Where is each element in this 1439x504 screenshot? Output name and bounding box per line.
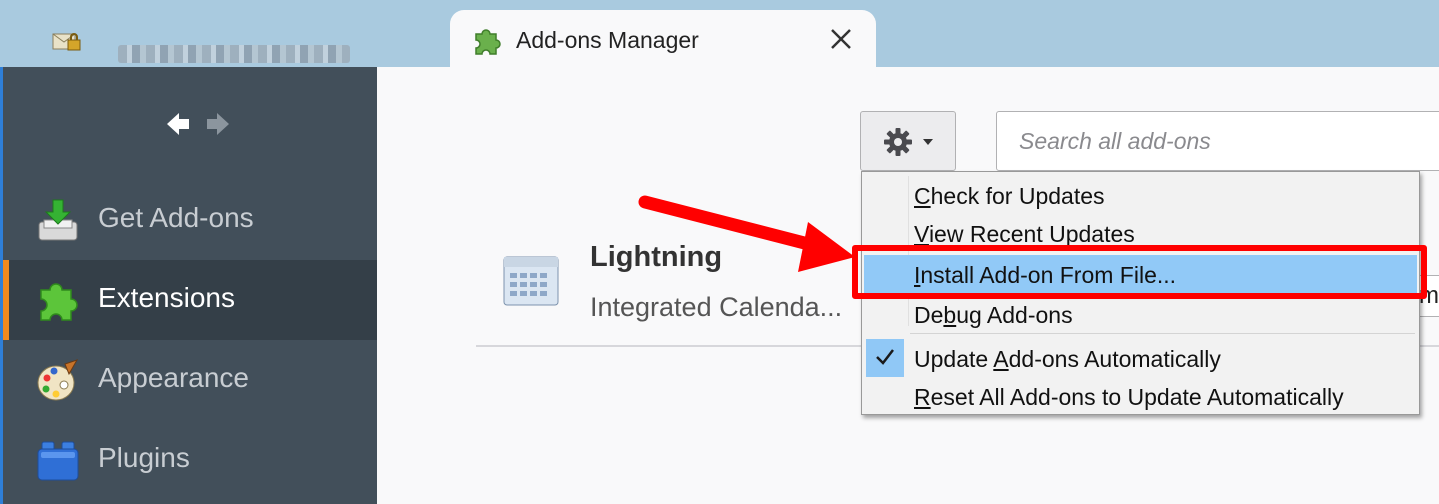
sidebar-item-label: Appearance bbox=[98, 362, 250, 393]
menu-item-label: Update Add-ons Automatically bbox=[914, 346, 1221, 372]
annotation-arrow-icon bbox=[638, 195, 855, 272]
menu-separator bbox=[910, 333, 1415, 334]
sidebar-item-get-add-ons[interactable]: Get Add-ons bbox=[3, 180, 377, 260]
menu-item-label: Reset All Add-ons to Update Automaticall… bbox=[914, 384, 1344, 410]
lego-brick-icon bbox=[37, 441, 79, 481]
checkmark-icon bbox=[876, 349, 894, 365]
sidebar-item-extensions[interactable]: Extensions bbox=[3, 260, 377, 340]
puzzle-piece-icon bbox=[40, 283, 78, 321]
sidebar-item-label: Get Add-ons bbox=[98, 202, 254, 233]
menu-item-label: Check for Updates bbox=[914, 183, 1105, 209]
tools-menu-button[interactable] bbox=[860, 111, 956, 171]
checked-indicator bbox=[866, 339, 904, 377]
tab-strip: Add-ons Manager bbox=[0, 0, 1439, 68]
sidebar-item-plugins[interactable]: Plugins bbox=[3, 420, 377, 500]
blurred-tab-title bbox=[118, 45, 350, 63]
sidebar-item-label: Extensions bbox=[98, 282, 235, 313]
back-arrow-icon[interactable] bbox=[167, 113, 189, 135]
download-tray-icon bbox=[38, 199, 78, 241]
forward-arrow-icon[interactable] bbox=[207, 113, 229, 135]
menu-item-reset-all-add-ons[interactable]: Reset All Add-ons to Update Automaticall… bbox=[864, 377, 1417, 415]
sidebar-item-appearance[interactable]: Appearance bbox=[3, 340, 377, 420]
history-nav bbox=[167, 113, 229, 135]
close-tab-icon[interactable] bbox=[828, 26, 854, 52]
envelope-lock-icon bbox=[52, 33, 81, 51]
search-input[interactable] bbox=[996, 111, 1439, 171]
annotation-highlight-box bbox=[852, 245, 1427, 299]
sidebar-item-label: Plugins bbox=[98, 442, 190, 473]
menu-item-label: Debug Add-ons bbox=[914, 302, 1073, 328]
addon-description: Integrated Calenda... bbox=[590, 292, 843, 322]
puzzle-piece-icon bbox=[475, 29, 501, 55]
menu-item-update-automatically[interactable]: Update Add-ons Automatically bbox=[864, 339, 1417, 377]
categories-sidebar: Get Add-ons Extensions Appearance Plugin… bbox=[0, 67, 377, 504]
tab-add-ons-manager[interactable]: Add-ons Manager bbox=[450, 10, 876, 68]
chevron-down-icon bbox=[923, 139, 933, 145]
menu-item-label: View Recent Updates bbox=[914, 221, 1135, 247]
calendar-icon bbox=[503, 256, 559, 306]
menu-item-check-for-updates[interactable]: Check for Updates bbox=[864, 176, 1417, 214]
tab-background[interactable] bbox=[30, 14, 450, 67]
menu-item-debug-add-ons[interactable]: Debug Add-ons bbox=[864, 295, 1417, 333]
gear-icon bbox=[884, 128, 912, 156]
palette-icon bbox=[37, 359, 79, 401]
tab-title: Add-ons Manager bbox=[516, 27, 699, 53]
